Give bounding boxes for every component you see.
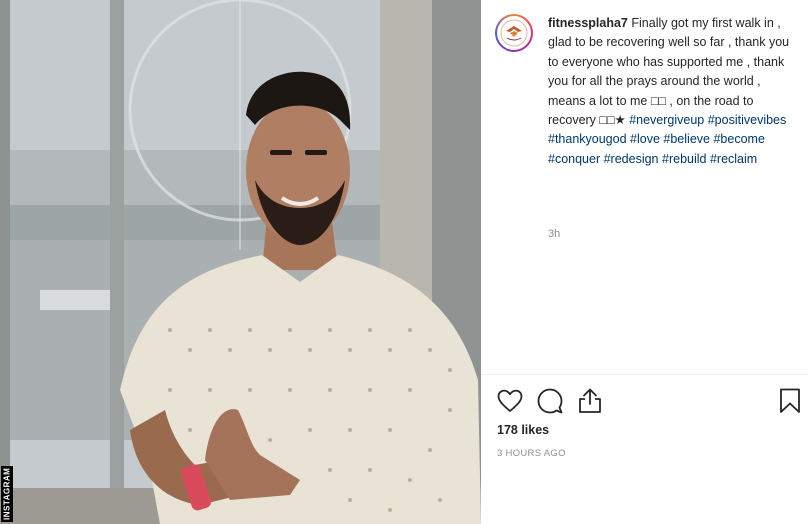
hashtag-link[interactable]: #become [713,132,764,146]
instagram-watermark: INSTAGRAM [1,466,13,522]
post-details-panel: fitnessplaha7 Finally got my first walk … [481,0,808,524]
hashtag-link[interactable]: #conquer [548,152,600,166]
heart-icon [497,389,523,412]
likes-count[interactable]: 178 likes [497,423,549,437]
actions-divider [481,374,808,375]
post-photo: INSTAGRAM [0,0,481,524]
post-timestamp[interactable]: 3 HOURS AGO [497,448,566,459]
avatar[interactable] [495,14,533,52]
hashtag-link[interactable]: #love [630,132,660,146]
caption-text: Finally got my first walk in , glad to b… [548,16,790,128]
hashtag-link[interactable]: #believe [663,132,710,146]
hashtag-link[interactable]: #thankyougod [548,132,627,146]
bookmark-icon [780,388,800,413]
hashtag-link[interactable]: #rebuild [662,152,706,166]
photo-scene [0,0,481,524]
hashtag-link[interactable]: #redesign [604,152,659,166]
username-link[interactable]: fitnessplaha7 [548,16,628,30]
like-button[interactable] [495,386,525,416]
hashtag-link[interactable]: #positivevibes [708,113,787,127]
hashtag-link[interactable]: #nevergiveup [629,113,704,127]
avatar-image [497,16,531,50]
share-button[interactable] [575,386,605,416]
comment-button[interactable] [535,386,565,416]
comment-icon [537,388,563,414]
post-caption: fitnessplaha7 Finally got my first walk … [548,14,800,169]
avatar-logo-icon [500,19,528,47]
caption-timestamp[interactable]: 3h [548,228,560,240]
hashtag-link[interactable]: #reclaim [710,152,757,166]
action-bar [495,386,805,416]
save-button[interactable] [775,386,805,416]
share-icon [579,388,601,413]
